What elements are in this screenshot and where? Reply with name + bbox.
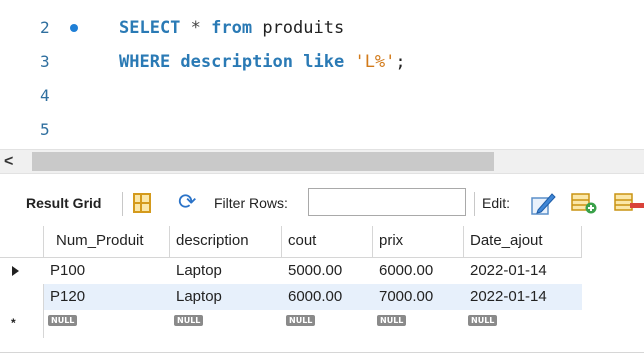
line-number: 5 [40,120,50,139]
result-toolbar: Result Grid ⟳ Filter Rows: Edit: [0,182,644,226]
edit-pencil-icon[interactable] [530,190,556,216]
cell-prix[interactable]: 7000.00 [375,284,464,310]
editor-horizontal-scrollbar[interactable]: < [0,149,644,174]
new-row[interactable]: * NULL NULL NULL NULL NULL [0,310,644,338]
cell-cout[interactable]: 6000.00 [284,284,373,310]
cell-description[interactable]: Laptop [172,284,282,310]
cell-date-ajout[interactable]: 2022-01-14 [466,258,582,284]
toolbar-divider [122,192,123,216]
edit-label: Edit: [482,195,511,211]
null-cell[interactable]: NULL [44,310,78,326]
code-text[interactable]: WHERE description like 'L%'; [119,46,406,78]
cell-date-ajout[interactable]: 2022-01-14 [466,284,582,310]
column-header-date-ajout[interactable]: Date_ajout [464,226,582,258]
null-badge: NULL [48,315,78,326]
table-row[interactable]: P120 Laptop 6000.00 7000.00 2022-01-14 [0,284,644,310]
null-cell[interactable]: NULL [282,310,316,326]
scroll-left-icon[interactable]: < [4,152,13,172]
row-selector[interactable]: * [0,310,44,336]
cell-cout[interactable]: 5000.00 [284,258,373,284]
code-line-5[interactable]: 5 [0,114,644,146]
null-badge: NULL [286,315,316,326]
cell-num-produit[interactable]: P120 [46,284,170,310]
current-row-arrow-icon [12,266,19,276]
cell-description[interactable]: Laptop [172,258,282,284]
null-badge: NULL [468,315,498,326]
new-row-marker: * [11,316,16,330]
scrollbar-thumb[interactable] [32,152,494,171]
code-line-4[interactable]: 4 [0,80,644,112]
null-cell[interactable]: NULL [464,310,498,326]
cell-num-produit[interactable]: P100 [46,258,170,284]
code-text[interactable]: SELECT * from produits [119,12,344,44]
column-header-description[interactable]: description [170,226,282,258]
result-grid[interactable]: Num_Produit description cout prix Date_a… [0,226,644,353]
filter-rows-input[interactable] [308,188,466,216]
line-number: 3 [40,52,50,71]
code-line-2[interactable]: 2 SELECT * from produits [0,12,644,44]
sql-editor[interactable]: 2 SELECT * from produits 3 WHERE descrip… [0,0,644,150]
line-number: 2 [40,18,50,37]
toolbar-divider [474,192,475,216]
column-header-cout[interactable]: cout [282,226,373,258]
statement-marker-icon [70,24,78,32]
null-cell[interactable]: NULL [170,310,204,326]
filter-rows-label: Filter Rows: [214,195,288,211]
refresh-icon[interactable]: ⟳ [178,190,196,214]
null-badge: NULL [377,315,407,326]
line-number: 4 [40,86,50,105]
grid-layout-icon[interactable] [133,193,151,213]
cell-prix[interactable]: 6000.00 [375,258,464,284]
row-selector[interactable] [0,284,44,310]
table-header-row: Num_Produit description cout prix Date_a… [0,226,644,258]
column-header-prix[interactable]: prix [373,226,464,258]
null-badge: NULL [174,315,204,326]
column-header-num-produit[interactable]: Num_Produit [44,226,170,258]
null-cell[interactable]: NULL [373,310,407,326]
result-grid-tab[interactable]: Result Grid [26,195,101,211]
table-row[interactable]: P100 Laptop 5000.00 6000.00 2022-01-14 [0,258,644,284]
row-selector[interactable] [0,258,44,284]
code-line-3[interactable]: 3 WHERE description like 'L%'; [0,46,644,78]
delete-row-icon[interactable] [614,191,644,215]
row-header-corner [0,226,44,258]
add-row-icon[interactable] [571,191,597,215]
